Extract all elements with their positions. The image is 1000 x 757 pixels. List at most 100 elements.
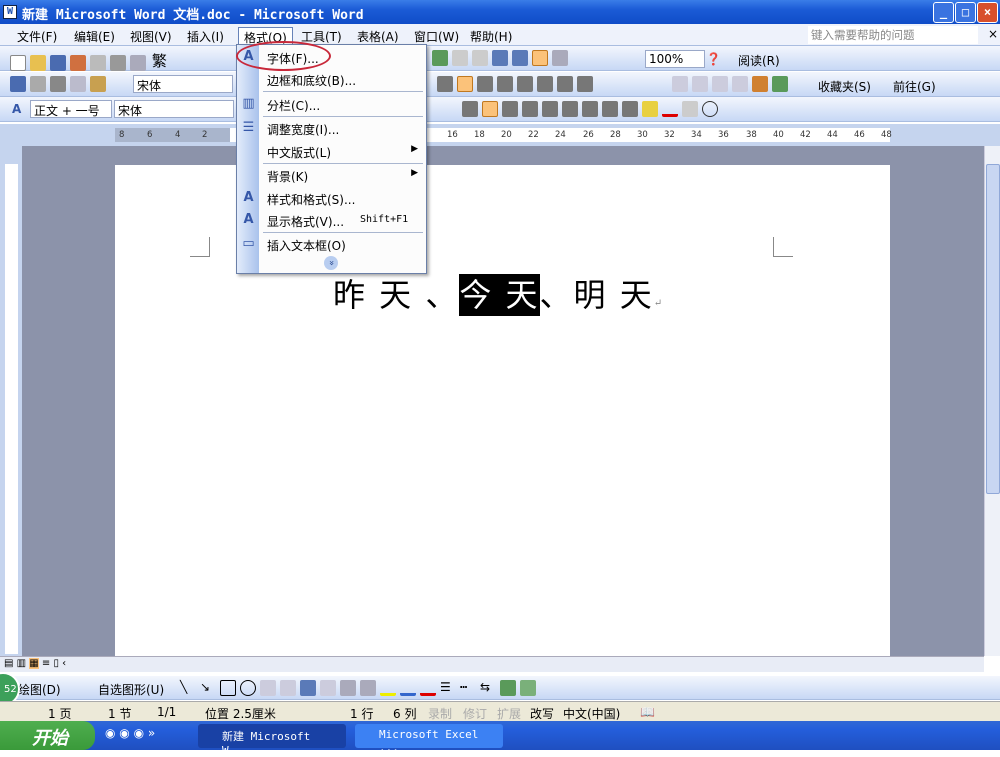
phonetic-icon[interactable] [682, 101, 698, 117]
align-right-icon[interactable] [502, 101, 518, 117]
vertical-ruler[interactable] [0, 146, 22, 656]
document-page[interactable] [115, 165, 890, 665]
document-text[interactable]: 昨 天 、今 天、明 天↵ [333, 270, 664, 316]
zoom-select[interactable]: 100% [645, 50, 705, 68]
help-search-input[interactable]: 键入需要帮助的问题 [808, 26, 978, 44]
menu-help[interactable]: 帮助(H) [465, 27, 517, 46]
font-color-icon[interactable] [662, 101, 678, 117]
close-button[interactable]: × [977, 2, 998, 23]
highlight-icon[interactable] [642, 101, 658, 117]
expand-menu-button[interactable]: » [324, 256, 338, 270]
fill-color-icon[interactable] [380, 680, 396, 696]
menu-edit[interactable]: 编辑(E) [69, 27, 120, 46]
font-name-select[interactable]: 宋体 [133, 75, 233, 93]
indent-icon[interactable] [577, 76, 593, 92]
status-extend[interactable]: 扩展 [497, 705, 521, 722]
3d-icon[interactable] [520, 680, 536, 696]
enclose-char-icon[interactable] [702, 101, 718, 117]
refresh-icon[interactable] [732, 76, 748, 92]
scroll-thumb[interactable] [986, 164, 1000, 494]
styles-icon[interactable]: A [12, 102, 21, 116]
menu-file[interactable]: 文件(F) [12, 27, 62, 46]
doc-map-icon[interactable] [532, 50, 548, 66]
font-color-icon[interactable] [420, 680, 436, 696]
help-close-icon[interactable]: × [988, 27, 998, 41]
menu-insert[interactable]: 插入(I) [182, 27, 229, 46]
menu-view[interactable]: 视图(V) [125, 27, 177, 46]
diagram-icon[interactable] [320, 680, 336, 696]
outdent-icon[interactable] [557, 76, 573, 92]
draw-menu-button[interactable]: 绘图(D) [18, 681, 61, 698]
task-excel[interactable]: Microsoft Excel ... [355, 724, 503, 754]
insert-table-icon[interactable] [472, 50, 488, 66]
print-icon[interactable] [30, 76, 46, 92]
align-left-icon[interactable] [462, 101, 478, 117]
menu-item-background[interactable]: 背景(K) ▶ [237, 164, 426, 186]
read-button[interactable]: 阅读(R) [738, 52, 780, 69]
quick-launch-icons[interactable]: ◉ ◉ ◉ » [105, 726, 155, 740]
start-button[interactable]: 开始 [0, 721, 95, 750]
status-track[interactable]: 修订 [463, 705, 487, 722]
autoshapes-button[interactable]: 自选图形(U) [98, 681, 164, 698]
shadow-icon[interactable] [500, 680, 516, 696]
traditional-chinese-button[interactable]: 繁 [152, 52, 167, 70]
vtextbox-icon[interactable] [280, 680, 296, 696]
back-icon[interactable] [672, 76, 688, 92]
save-icon[interactable] [50, 54, 66, 71]
wordart-icon[interactable] [300, 680, 316, 696]
view-buttons[interactable]: ▤ ▥ ▦ ≡ ▯ ‹ [4, 658, 66, 669]
favorites-button[interactable]: 收藏夹(S) [818, 78, 871, 95]
rectangle-icon[interactable] [220, 680, 236, 696]
dash-style-icon[interactable]: ┅ [460, 680, 476, 696]
copy-icon[interactable] [70, 76, 86, 92]
menu-item-styles[interactable]: A 样式和格式(S)... [237, 187, 426, 209]
tables-icon[interactable] [452, 50, 468, 66]
line-icon[interactable]: ╲ [180, 680, 196, 696]
goto-button[interactable]: 前往(G) [893, 78, 936, 95]
menu-item-chinese-layout[interactable]: 中文版式(L) ▶ [237, 140, 426, 162]
menu-item-reveal-formatting[interactable]: A 显示格式(V)... Shift+F1 [237, 209, 426, 231]
open-icon[interactable] [30, 54, 46, 71]
line-spacing-icon[interactable] [542, 101, 558, 117]
font-select[interactable]: 宋体 [114, 100, 234, 118]
task-word[interactable]: 新建 Microsoft W... [198, 724, 346, 757]
spelling-icon[interactable]: 📖 [640, 705, 655, 719]
bullets-icon[interactable] [582, 101, 598, 117]
selected-text[interactable]: 今 天 [459, 274, 540, 316]
maximize-button[interactable]: □ [955, 2, 976, 23]
cut-icon[interactable] [50, 76, 66, 92]
drawing-icon[interactable] [512, 50, 528, 66]
menu-item-borders[interactable]: 边框和底纹(B)... [237, 68, 426, 90]
vertical-scrollbar[interactable] [984, 146, 1000, 656]
view-buttons-and-hscroll[interactable]: ▤ ▥ ▦ ≡ ▯ ‹ [0, 656, 984, 672]
show-hide-icon[interactable] [552, 50, 568, 66]
numbering-icon[interactable] [517, 76, 533, 92]
align-center-icon[interactable] [457, 76, 473, 92]
preview-icon[interactable] [130, 54, 146, 71]
status-overtype[interactable]: 改写 [530, 705, 554, 722]
bullets-icon[interactable] [537, 76, 553, 92]
stop-icon[interactable] [712, 76, 728, 92]
forward-icon[interactable] [692, 76, 708, 92]
outdent-icon[interactable] [602, 101, 618, 117]
arrow-style-icon[interactable]: ⇆ [480, 680, 496, 696]
clipart-icon[interactable] [340, 680, 356, 696]
search-web-icon[interactable] [772, 76, 788, 92]
menu-item-fit-width[interactable]: ☰ 调整宽度(I)... [237, 117, 426, 139]
justify-icon[interactable] [522, 101, 538, 117]
style-select[interactable]: 正文 + 一号 [30, 100, 112, 118]
new-icon[interactable] [10, 54, 26, 71]
justify-icon[interactable] [497, 76, 513, 92]
print-icon[interactable] [110, 54, 126, 71]
arrow-icon[interactable]: ↘ [200, 680, 216, 696]
align-center-icon[interactable] [482, 101, 498, 117]
picture-icon[interactable] [360, 680, 376, 696]
textbox-icon[interactable] [260, 680, 276, 696]
save-icon[interactable] [10, 76, 26, 92]
menu-item-insert-textbox[interactable]: ▭ 插入文本框(O) [237, 233, 426, 255]
help-icon[interactable]: ❓ [706, 52, 721, 66]
line-color-icon[interactable] [400, 680, 416, 696]
align-right-icon[interactable] [477, 76, 493, 92]
horizontal-ruler[interactable]: 8 6 4 2 16 18 20 22 24 26 28 30 32 34 36… [0, 124, 1000, 146]
hyperlink-icon[interactable] [432, 50, 448, 66]
